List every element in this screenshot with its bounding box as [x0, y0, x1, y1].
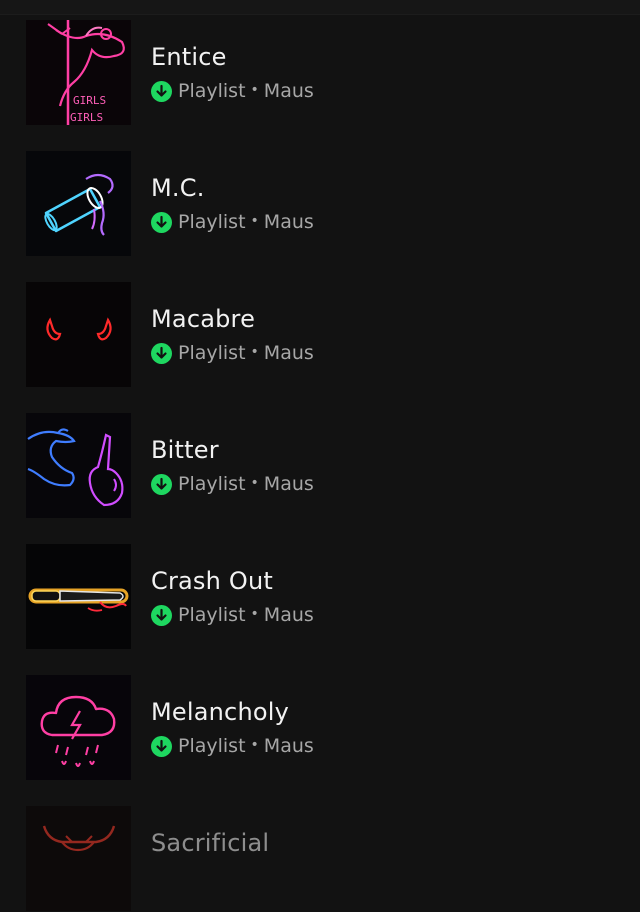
playlist-type: Playlist [178, 342, 246, 364]
playlist-subtitle: Playlist • Maus [151, 341, 314, 365]
playlist-cover: GIRLS GIRLS [26, 20, 131, 125]
playlist-type: Playlist [178, 211, 246, 233]
playlist-owner: Maus [263, 604, 314, 626]
playlist-row-sacrificial[interactable]: Sacrificial [0, 806, 640, 912]
playlist-title: Melancholy [151, 698, 290, 726]
neon-spilled-cup-icon [26, 151, 131, 256]
playlist-cover [26, 151, 131, 256]
downloaded-icon [151, 735, 172, 757]
playlist-owner: Maus [263, 473, 314, 495]
neon-pole-dancer-icon: GIRLS GIRLS [26, 20, 131, 125]
playlist-owner: Maus [263, 211, 314, 233]
playlist-owner: Maus [263, 80, 314, 102]
playlist-title: Macabre [151, 305, 256, 333]
playlist-cover [26, 806, 131, 911]
playlist-row-crash-out[interactable]: Crash Out Playlist • Maus [0, 544, 640, 650]
downloaded-icon [151, 604, 172, 626]
playlist-owner: Maus [263, 735, 314, 757]
playlist-subtitle: Playlist • Maus [151, 603, 314, 627]
neon-hands-icon [26, 413, 131, 518]
top-bar [0, 0, 640, 15]
playlist-title: Crash Out [151, 567, 273, 595]
playlist-type: Playlist [178, 604, 246, 626]
playlist-row-bitter[interactable]: Bitter Playlist • Maus [0, 413, 640, 519]
playlist-cover [26, 413, 131, 518]
playlist-type: Playlist [178, 80, 246, 102]
playlist-subtitle: Playlist • Maus [151, 472, 314, 496]
neon-devil-horns-icon [26, 282, 131, 387]
playlist-row-melancholy[interactable]: Melancholy Playlist • Maus [0, 675, 640, 781]
playlist-cover [26, 675, 131, 780]
downloaded-icon [151, 342, 172, 364]
girls-sign-text: GIRLS [70, 111, 103, 124]
downloaded-icon [151, 211, 172, 233]
playlist-type: Playlist [178, 473, 246, 495]
neon-bull-skull-icon [26, 806, 131, 911]
playlist-row-macabre[interactable]: Macabre Playlist • Maus [0, 282, 640, 388]
neon-knife-icon [26, 544, 131, 649]
playlist-title: Entice [151, 43, 227, 71]
neon-storm-cloud-icon [26, 675, 131, 780]
playlist-subtitle: Playlist • Maus [151, 79, 314, 103]
playlist-owner: Maus [263, 342, 314, 364]
downloaded-icon [151, 473, 172, 495]
downloaded-icon [151, 80, 172, 102]
playlist-row-entice[interactable]: GIRLS GIRLS Entice Playlist • Maus [0, 20, 640, 126]
playlist-cover [26, 282, 131, 387]
playlist-title: Bitter [151, 436, 219, 464]
playlist-subtitle: Playlist • Maus [151, 734, 314, 758]
playlist-type: Playlist [178, 735, 246, 757]
playlist-cover [26, 544, 131, 649]
playlist-row-mc[interactable]: M.C. Playlist • Maus [0, 151, 640, 257]
girls-sign-text: GIRLS [73, 94, 106, 107]
playlist-title: M.C. [151, 174, 205, 202]
playlist-subtitle: Playlist • Maus [151, 210, 314, 234]
